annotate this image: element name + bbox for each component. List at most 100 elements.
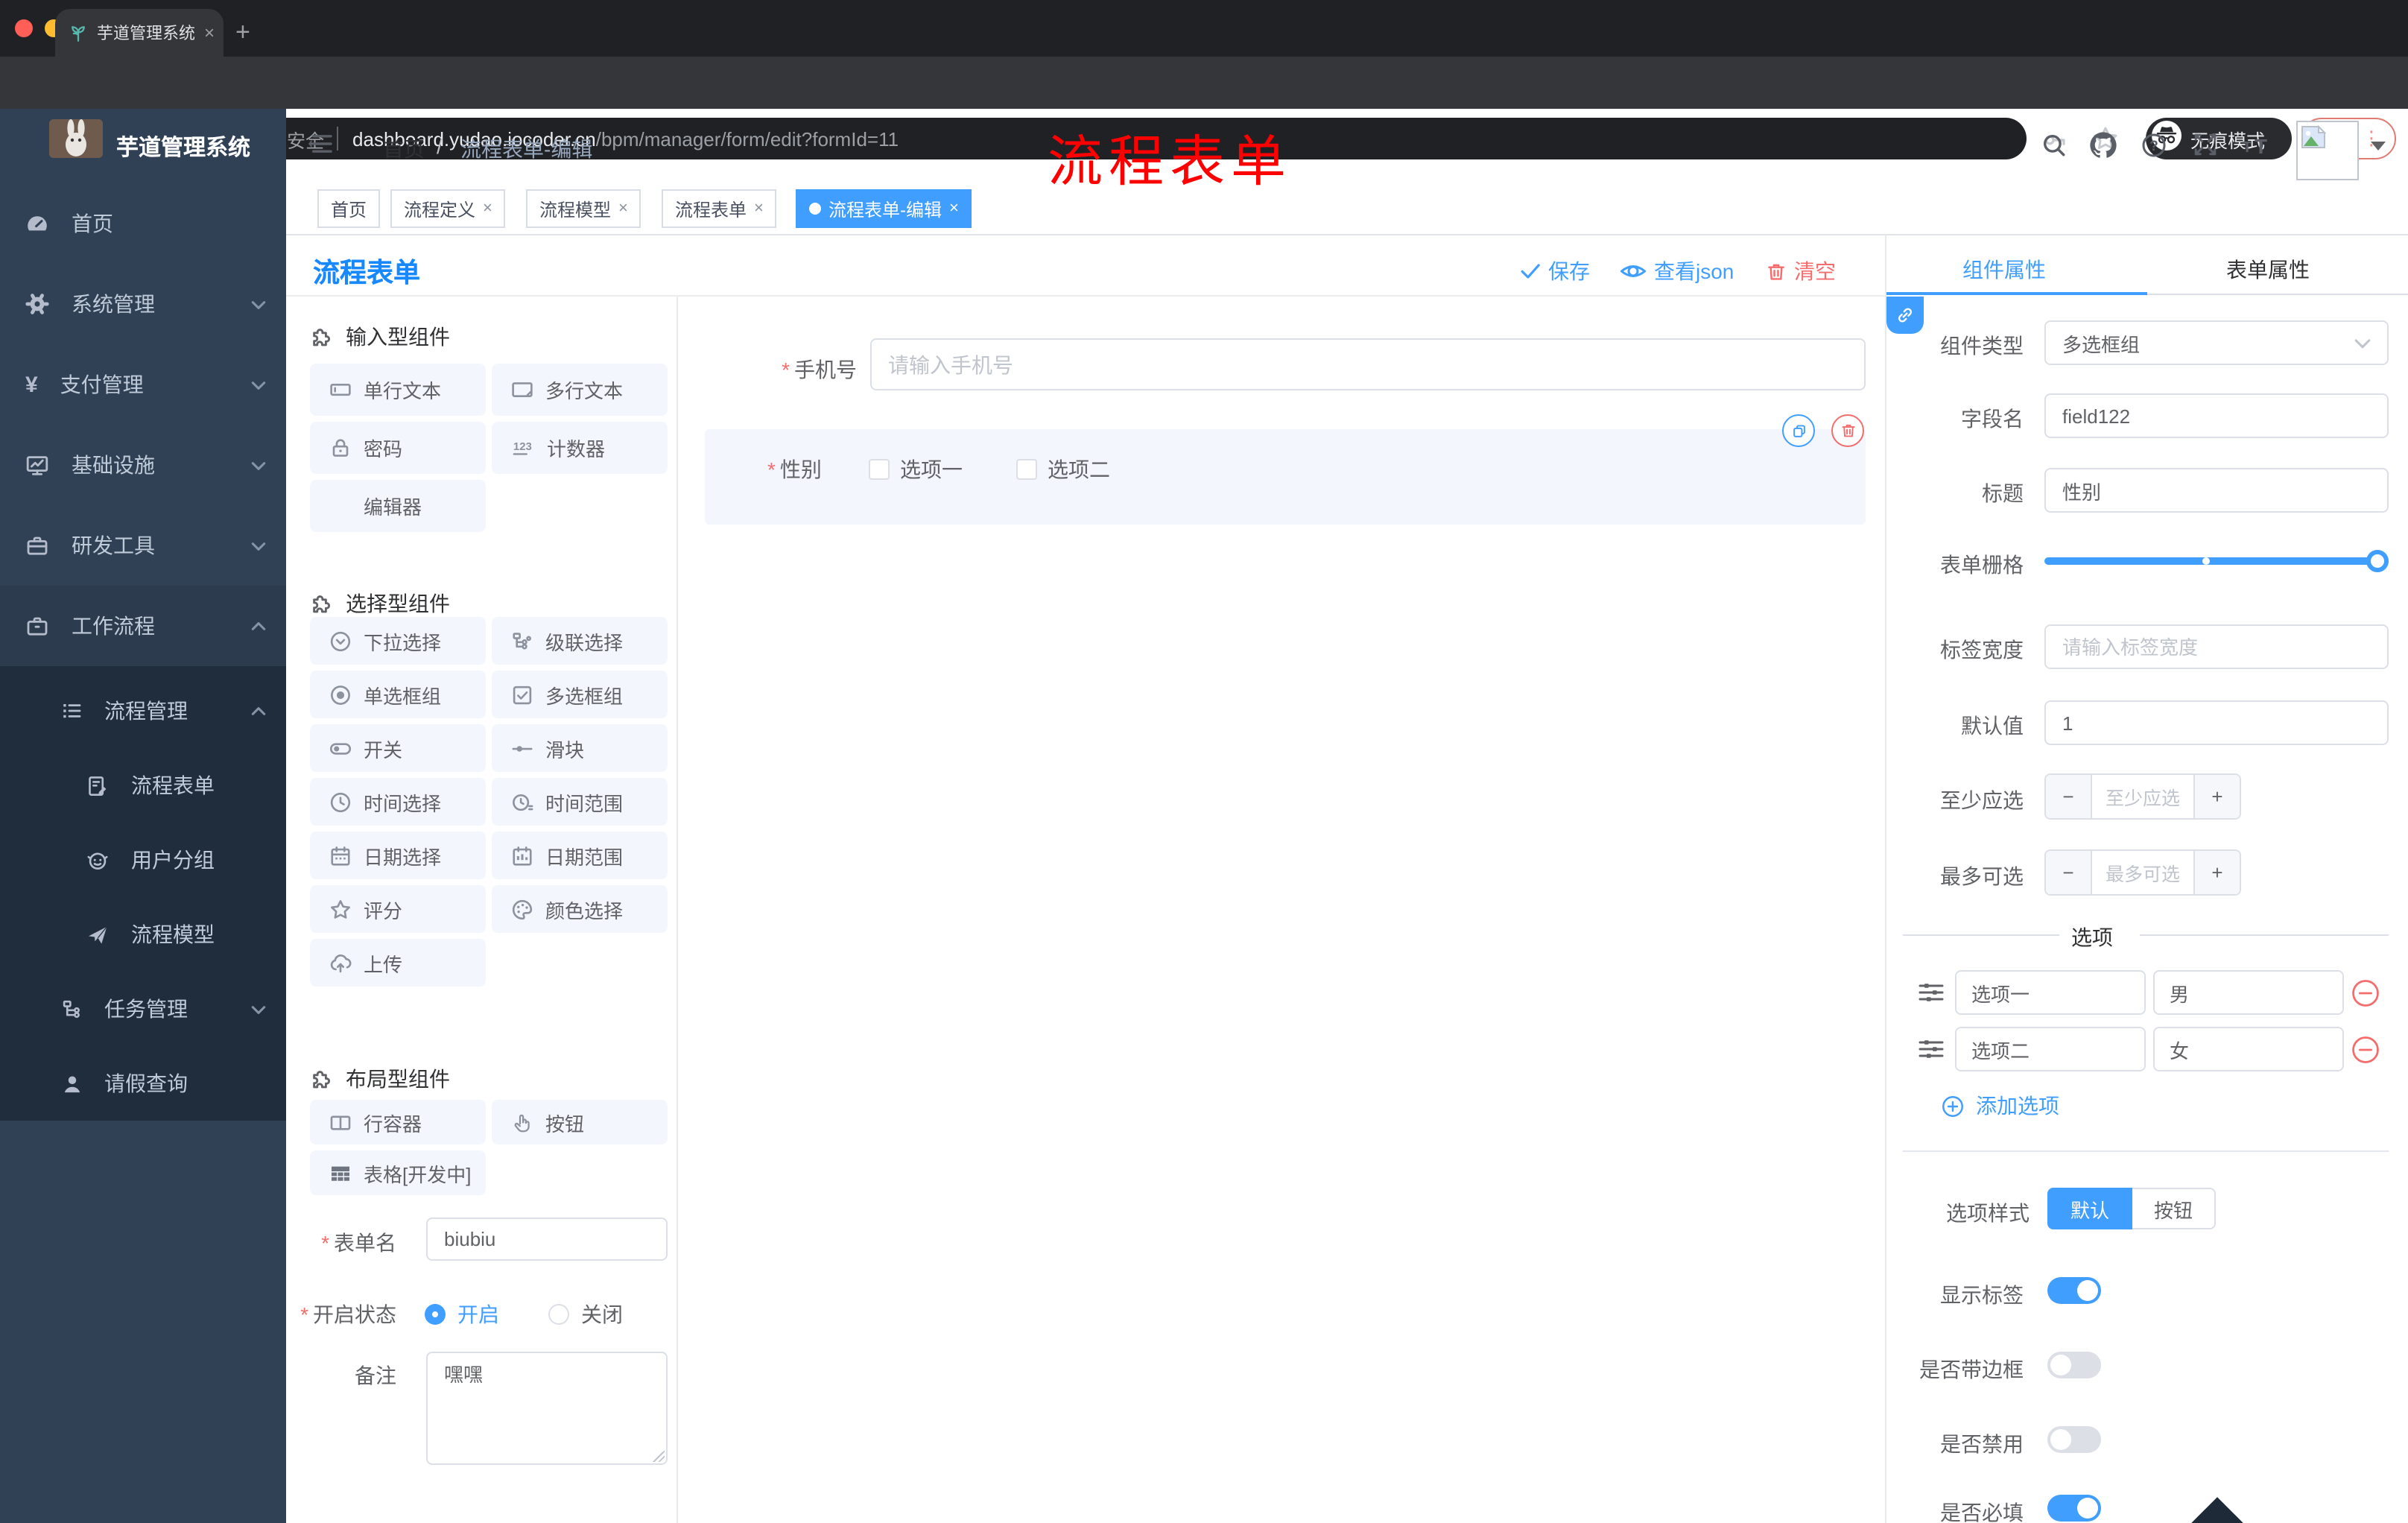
style-button-button[interactable]: 按钮 <box>2132 1188 2216 1229</box>
remove-option-button[interactable] <box>2351 979 2380 1007</box>
fullscreen-icon[interactable] <box>2193 133 2217 156</box>
palette-item-cascader[interactable]: 级联选择 <box>492 617 668 665</box>
sidebar-item-workflow[interactable]: 工作流程 <box>0 586 286 666</box>
add-option-button[interactable]: 添加选项 <box>1942 1091 2059 1121</box>
stepper-input[interactable]: 最多可选 <box>2091 851 2195 894</box>
search-icon[interactable] <box>2041 133 2067 158</box>
stepper-minus-button[interactable]: − <box>2046 851 2091 894</box>
tab-close-icon[interactable]: × <box>204 24 215 42</box>
palette-item-button[interactable]: 按钮 <box>492 1100 668 1144</box>
gender-option-2[interactable]: 选项二 <box>1016 455 1110 484</box>
palette-item-color-picker[interactable]: 颜色选择 <box>492 885 668 933</box>
user-menu-caret-icon[interactable] <box>2371 142 2386 151</box>
option-label-input[interactable] <box>1955 970 2146 1015</box>
status-radio-on[interactable]: 开启 <box>425 1299 499 1329</box>
palette-item-select[interactable]: 下拉选择 <box>310 617 486 665</box>
option-label-input[interactable] <box>1955 1027 2146 1071</box>
palette-item-checkbox-group[interactable]: 多选框组 <box>492 671 668 718</box>
palette-item-slider[interactable]: 滑块 <box>492 724 668 772</box>
sidebar-collapse-icon[interactable] <box>307 131 334 156</box>
palette-item-single-text[interactable]: 单行文本 <box>310 364 486 416</box>
palette-item-radio-group[interactable]: 单选框组 <box>310 671 486 718</box>
browser-tab[interactable]: 芋道管理系统 × <box>55 9 224 57</box>
form-name-input[interactable] <box>426 1218 668 1261</box>
stepper-plus-button[interactable]: + <box>2195 851 2240 894</box>
palette-item-time-range[interactable]: 时间范围 <box>492 778 668 826</box>
help-icon[interactable]: ? <box>2141 133 2167 158</box>
sidebar-item-user-group[interactable]: 用户分组 <box>0 823 286 897</box>
tag-process-form[interactable]: 流程表单 × <box>662 189 777 228</box>
remark-textarea[interactable]: 嘿嘿 <box>426 1352 668 1465</box>
tag-close-icon[interactable]: × <box>618 200 628 218</box>
radio-label: 开启 <box>457 1302 499 1326</box>
palette-item-counter[interactable]: 123 计数器 <box>492 422 668 474</box>
tab-component-props[interactable]: 组件属性 <box>1962 255 2046 285</box>
required-switch[interactable] <box>2047 1495 2101 1522</box>
textarea-resize-handle[interactable] <box>653 1450 665 1462</box>
palette-item-table[interactable]: 表格[开发中] <box>310 1150 486 1195</box>
new-tab-button[interactable]: + <box>235 18 250 48</box>
copy-field-button[interactable] <box>1782 414 1815 447</box>
tag-close-icon[interactable]: × <box>754 200 764 218</box>
sidebar-item-home[interactable]: 首页 <box>0 183 286 264</box>
sidebar-item-process-mgmt[interactable]: 流程管理 <box>0 674 286 748</box>
tag-process-form-edit[interactable]: 流程表单-编辑 × <box>796 189 972 228</box>
sidebar-item-process-form[interactable]: 流程表单 <box>0 748 286 823</box>
palette-item-time-picker[interactable]: 时间选择 <box>310 778 486 826</box>
avatar[interactable] <box>2296 121 2359 180</box>
field-name-input[interactable] <box>2044 393 2389 438</box>
phone-field-input[interactable] <box>870 338 1866 390</box>
github-icon[interactable] <box>2089 131 2117 159</box>
sidebar-item-payment[interactable]: ¥ 支付管理 <box>0 344 286 425</box>
stepper-input[interactable]: 至少应选 <box>2091 775 2195 818</box>
disabled-switch[interactable] <box>2047 1426 2101 1453</box>
show-label-switch[interactable] <box>2047 1277 2101 1304</box>
window-close-button[interactable] <box>15 19 33 37</box>
clear-button[interactable]: 清空 <box>1766 256 1836 286</box>
option-value-input[interactable] <box>2153 970 2344 1015</box>
sidebar-item-infra[interactable]: 基础设施 <box>0 425 286 505</box>
tag-process-definition[interactable]: 流程定义 × <box>390 189 506 228</box>
sidebar-item-process-model[interactable]: 流程模型 <box>0 897 286 972</box>
border-switch[interactable] <box>2047 1352 2101 1378</box>
palette-item-switch[interactable]: 开关 <box>310 724 486 772</box>
palette-item-textarea[interactable]: 多行文本 <box>492 364 668 416</box>
font-size-icon[interactable]: TT <box>2243 131 2272 158</box>
tag-process-model[interactable]: 流程模型 × <box>526 189 641 228</box>
tag-close-icon[interactable]: × <box>483 200 492 218</box>
sidebar-item-task-mgmt[interactable]: 任务管理 <box>0 972 286 1046</box>
palette-item-upload[interactable]: 上传 <box>310 939 486 987</box>
checkbox-unchecked-icon <box>869 459 890 480</box>
tag-close-icon[interactable]: × <box>949 200 959 218</box>
label-width-input[interactable] <box>2044 624 2389 669</box>
sidebar-item-devtools[interactable]: 研发工具 <box>0 505 286 586</box>
breadcrumb-home[interactable]: 首页 <box>383 134 425 164</box>
option-drag-handle[interactable] <box>1918 981 1945 1004</box>
field-link-tag[interactable] <box>1886 297 1924 334</box>
save-button[interactable]: 保存 <box>1520 256 1590 286</box>
sidebar-item-system[interactable]: 系统管理 <box>0 264 286 344</box>
grid-slider-track[interactable] <box>2044 557 2389 565</box>
palette-item-row-container[interactable]: 行容器 <box>310 1100 486 1144</box>
option-value-input[interactable] <box>2153 1027 2344 1071</box>
remove-option-button[interactable] <box>2351 1036 2380 1064</box>
title-input[interactable] <box>2044 468 2389 513</box>
palette-item-editor[interactable]: 编辑器 <box>310 480 486 532</box>
stepper-minus-button[interactable]: − <box>2046 775 2091 818</box>
tag-home[interactable]: 首页 <box>317 189 381 228</box>
sidebar-item-leave-query[interactable]: 请假查询 <box>0 1046 286 1121</box>
style-default-button[interactable]: 默认 <box>2047 1188 2132 1229</box>
default-value-input[interactable] <box>2044 700 2389 745</box>
stepper-plus-button[interactable]: + <box>2195 775 2240 818</box>
tab-form-props[interactable]: 表单属性 <box>2226 255 2310 285</box>
palette-item-date-range[interactable]: 日期范围 <box>492 832 668 879</box>
option-drag-handle[interactable] <box>1918 1037 1945 1061</box>
gender-option-1[interactable]: 选项一 <box>869 455 963 484</box>
view-json-button[interactable]: 查看json <box>1620 256 1734 286</box>
palette-item-rate[interactable]: 评分 <box>310 885 486 933</box>
palette-item-password[interactable]: 密码 <box>310 422 486 474</box>
component-type-select[interactable]: 多选框组 <box>2044 320 2389 365</box>
status-radio-off[interactable]: 关闭 <box>548 1299 623 1329</box>
palette-item-date-picker[interactable]: 日期选择 <box>310 832 486 879</box>
grid-slider-handle[interactable] <box>2366 550 2389 572</box>
